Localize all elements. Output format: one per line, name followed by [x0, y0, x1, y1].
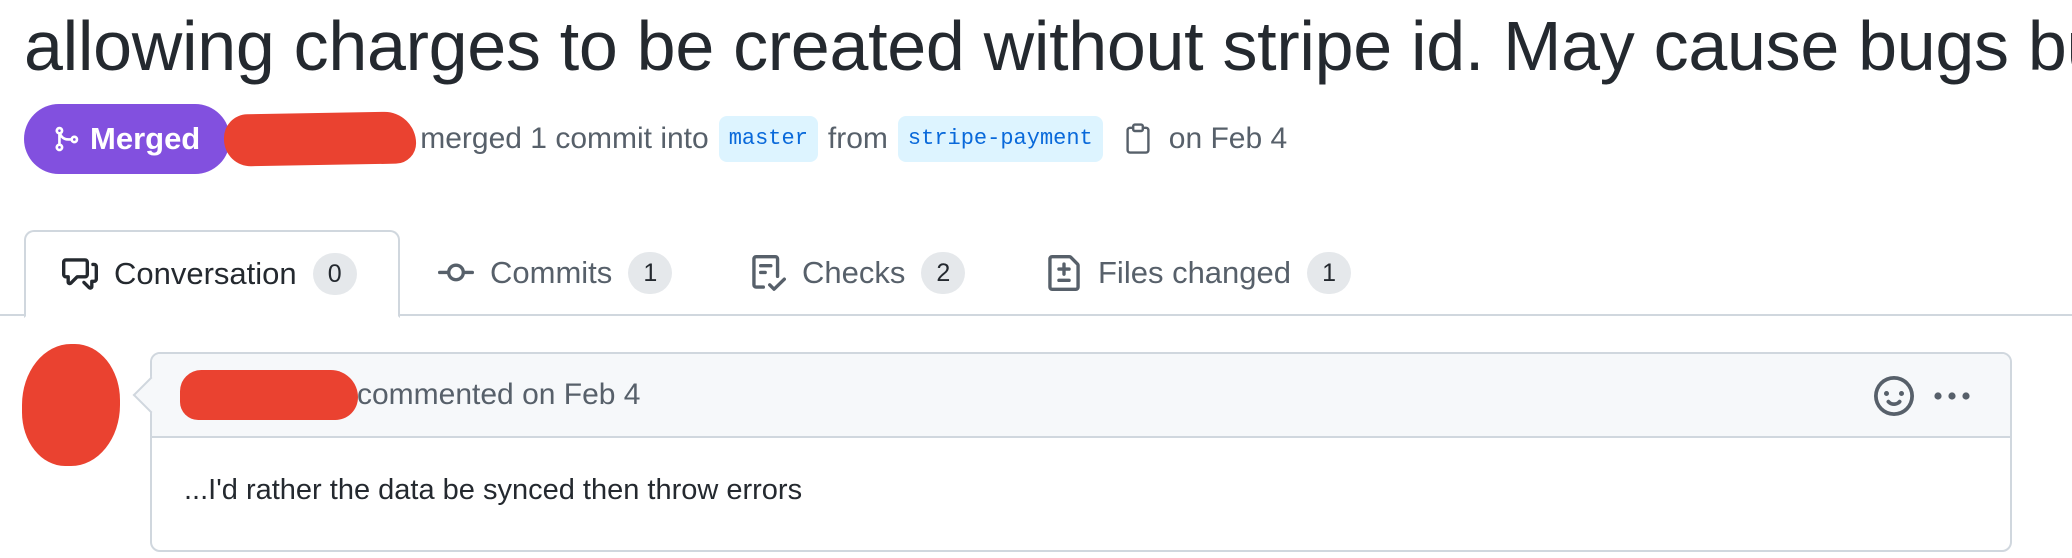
- git-merge-icon: [55, 126, 79, 152]
- tab-files-changed[interactable]: Files changed 1: [1046, 230, 1352, 316]
- tab-commits-label: Commits: [490, 255, 613, 290]
- head-branch-label[interactable]: stripe-payment: [897, 116, 1103, 162]
- conversation-icon: [62, 258, 98, 290]
- checklist-icon: [752, 255, 786, 291]
- checks-count: 2: [921, 252, 966, 294]
- avatar[interactable]: [22, 344, 120, 466]
- add-reaction-icon[interactable]: [1874, 376, 1914, 421]
- pr-title: allowing charges to be created without s…: [24, 7, 2072, 85]
- commit-icon: [438, 263, 474, 282]
- comment-pointer: [132, 376, 170, 414]
- comment-header: commented on Feb 4: [132, 354, 2010, 438]
- merged-state-badge: Merged: [24, 104, 231, 174]
- tab-conversation-label: Conversation: [114, 256, 297, 291]
- copy-branch-icon[interactable]: [1125, 123, 1151, 155]
- comment-meta: commented on Feb 4: [357, 378, 641, 411]
- tab-checks[interactable]: Checks 2: [750, 230, 966, 316]
- redacted-comment-author: [180, 370, 358, 420]
- comment-body: ...I'd rather the data be synced then th…: [184, 474, 803, 506]
- base-branch-label[interactable]: master: [718, 116, 818, 162]
- conversation-count: 0: [312, 253, 357, 295]
- tab-commits[interactable]: Commits 1: [438, 230, 673, 316]
- merged-state-label: Merged: [90, 121, 201, 156]
- tab-conversation[interactable]: Conversation 0: [24, 230, 400, 318]
- more-options-icon[interactable]: [1932, 378, 1972, 419]
- files-changed-count: 1: [1307, 252, 1352, 294]
- merge-description: merged 1 commit into: [420, 122, 709, 155]
- redacted-author-name: [223, 111, 417, 167]
- comment-box: commented on Feb 4 ...I'd rather the dat…: [132, 352, 2012, 552]
- tab-checks-label: Checks: [802, 255, 906, 290]
- pr-meta: Merged merged 1 commit into master from …: [24, 104, 1287, 174]
- commits-count: 1: [628, 252, 673, 294]
- tab-files-changed-label: Files changed: [1098, 255, 1292, 290]
- pr-tab-bar: Conversation 0 Commits 1 Checks 2 Files …: [0, 230, 2072, 318]
- from-text: from: [827, 122, 888, 155]
- file-diff-icon: [1048, 255, 1080, 291]
- merge-date: on Feb 4: [1168, 122, 1288, 155]
